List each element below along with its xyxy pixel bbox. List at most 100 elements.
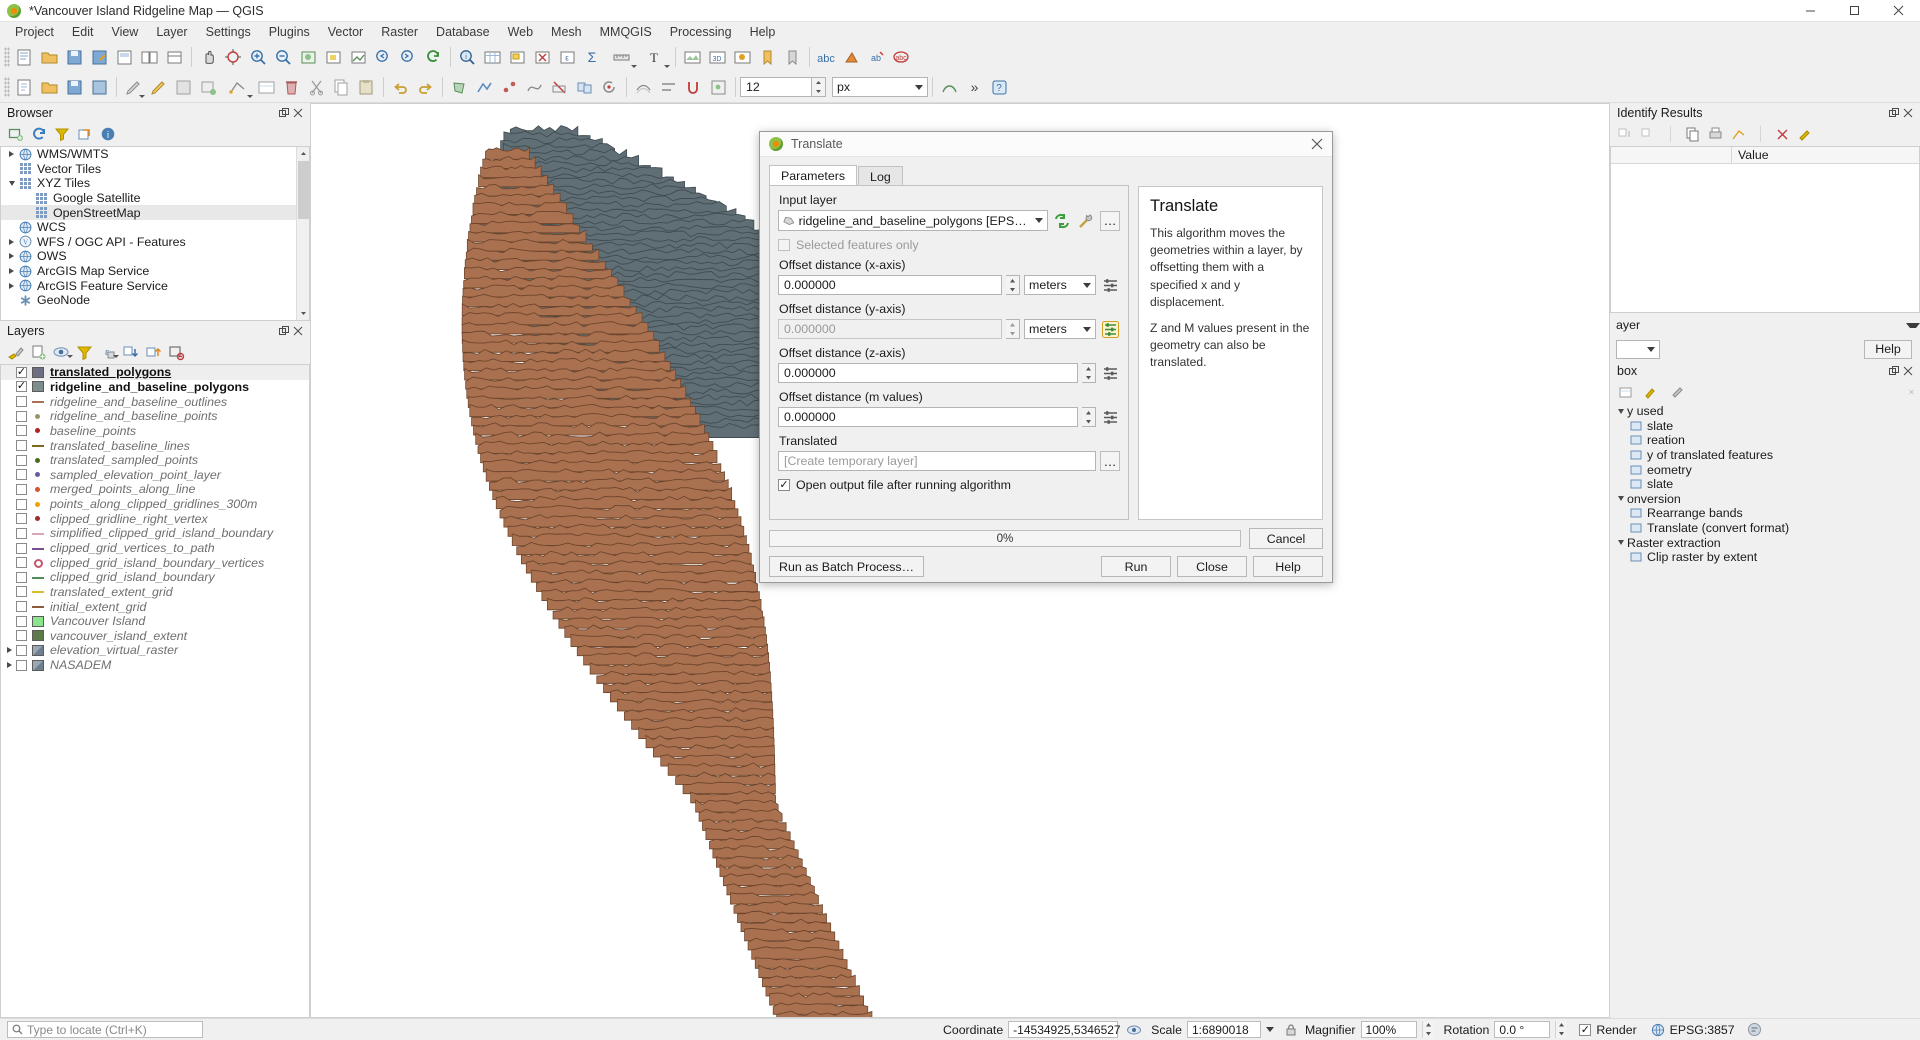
new-3d-map-view-icon[interactable]: 3D [705, 45, 730, 70]
close-button[interactable] [1876, 0, 1920, 21]
layer-item[interactable]: points_along_clipped_gridlines_300m [1, 497, 309, 512]
locator-input[interactable]: Type to locate (Ctrl+K) [7, 1021, 203, 1038]
deselect-features-icon[interactable] [530, 45, 555, 70]
advanced-options-button[interactable] [1076, 211, 1096, 231]
save-project-as-icon[interactable] [87, 45, 112, 70]
offset-z-input[interactable]: 0.000000 [778, 363, 1078, 383]
translated-output-input[interactable]: [Create temporary layer] [778, 451, 1096, 471]
offset-x-input[interactable]: 0.000000 [778, 275, 1002, 295]
offset-m-stepper[interactable] [1082, 407, 1096, 427]
layer-visibility-checkbox[interactable] [16, 411, 27, 422]
menu-view[interactable]: View [102, 24, 147, 40]
toolbox-item[interactable]: y of translated features [1610, 448, 1920, 463]
layer-visibility-checkbox[interactable] [16, 586, 27, 597]
pin-labels-icon[interactable]: abc [889, 45, 914, 70]
split-features-icon[interactable] [547, 75, 572, 100]
layer-item[interactable]: vancouver_island_extent [1, 629, 309, 644]
toolbox-item[interactable]: slate [1610, 419, 1920, 434]
dialog-close-button[interactable] [1302, 132, 1332, 156]
browser-item-arcgis-map-service[interactable]: ArcGIS Map Service [1, 264, 309, 279]
input-layer-browse-button[interactable]: … [1100, 211, 1120, 231]
new-project-icon[interactable] [12, 45, 37, 70]
layer-item[interactable]: ridgeline_and_baseline_polygons [1, 380, 309, 395]
expander-expand-icon[interactable] [5, 268, 18, 274]
layer-visibility-checkbox[interactable] [16, 425, 27, 436]
menu-mmqgis[interactable]: MMQGIS [591, 24, 661, 40]
menu-mesh[interactable]: Mesh [542, 24, 591, 40]
help-button[interactable]: Help [1253, 556, 1323, 577]
layer-visibility-checkbox[interactable] [16, 528, 27, 539]
refresh-icon[interactable] [29, 125, 48, 144]
layer-item[interactable]: clipped_gridline_right_vertex [1, 511, 309, 526]
toolbox-item[interactable]: Raster extraction [1610, 535, 1920, 550]
refresh-map-icon[interactable] [421, 45, 446, 70]
layer-item[interactable]: elevation_virtual_raster [1, 643, 309, 658]
enable-snapping-icon[interactable] [706, 75, 731, 100]
current-edits-icon[interactable] [121, 75, 146, 100]
layer-visibility-checkbox[interactable] [16, 396, 27, 407]
minimize-button[interactable] [1788, 0, 1832, 21]
scroll-down-icon[interactable] [297, 307, 310, 320]
layer-item[interactable]: translated_baseline_lines [1, 438, 309, 453]
save-edits-icon[interactable] [171, 75, 196, 100]
highlight-results-icon[interactable] [1729, 125, 1748, 144]
new-shapefile-layer-icon[interactable] [12, 75, 37, 100]
toolbar-grip-2[interactable] [4, 77, 10, 97]
expander-expand-icon[interactable] [3, 647, 16, 653]
filter-icon[interactable] [52, 125, 71, 144]
layer-item[interactable]: baseline_points [1, 424, 309, 439]
zoom-out-icon[interactable] [271, 45, 296, 70]
offset-y-unit-select[interactable]: meters [1024, 319, 1096, 339]
layer-visibility-checkbox[interactable] [16, 660, 27, 671]
add-layer-icon[interactable] [6, 125, 25, 144]
offset-m-data-defined-button[interactable] [1100, 407, 1120, 427]
layout-manager-icon[interactable] [137, 45, 162, 70]
tab-log[interactable]: Log [858, 166, 903, 186]
maximize-button[interactable] [1832, 0, 1876, 21]
render-toggle[interactable]: Render [1579, 1023, 1636, 1037]
merge-features-icon[interactable] [572, 75, 597, 100]
toggle-editing-icon[interactable] [146, 75, 171, 100]
selected-features-checkbox[interactable] [778, 239, 790, 251]
crs-display[interactable]: EPSG:3857 [1651, 1023, 1735, 1037]
layer-visibility-checkbox[interactable] [16, 543, 27, 554]
offset-y-input[interactable]: 0.000000 [778, 319, 1002, 339]
messages-log-icon[interactable] [1745, 1020, 1764, 1039]
print-results-icon[interactable] [1706, 125, 1725, 144]
browser-close-button[interactable] [292, 107, 303, 118]
layer-item[interactable]: translated_sampled_points [1, 453, 309, 468]
toolbox-list[interactable]: y usedslatereationy of translated featur… [1610, 404, 1920, 565]
scale-value[interactable]: 1:6890018 [1187, 1021, 1261, 1038]
coordinate-value[interactable]: -14534925,5346527 [1008, 1021, 1118, 1038]
menu-help[interactable]: Help [741, 24, 785, 40]
select-by-expression-icon[interactable]: ε [555, 45, 580, 70]
offset-x-data-defined-button[interactable] [1100, 275, 1120, 295]
browser-float-button[interactable] [278, 107, 289, 118]
toolbox-close-button[interactable] [1902, 365, 1913, 376]
select-features-icon[interactable] [505, 45, 530, 70]
expander-expand-icon[interactable] [5, 151, 18, 157]
snapping-options-icon[interactable] [681, 75, 706, 100]
font-unit-select[interactable]: px [832, 77, 928, 97]
browser-item-wfs-ogc-api-features[interactable]: VWFS / OGC API - Features [1, 235, 309, 250]
layer-visibility-checkbox[interactable] [16, 630, 27, 641]
layers-float-button[interactable] [278, 325, 289, 336]
layer-item[interactable]: translated_extent_grid [1, 585, 309, 600]
add-feature-icon[interactable] [196, 75, 221, 100]
toolbox-item[interactable]: eometry [1610, 462, 1920, 477]
layer-visibility-checkbox[interactable] [16, 499, 27, 510]
zoom-in-icon[interactable] [246, 45, 271, 70]
results-options-icon[interactable] [1796, 125, 1815, 144]
layer-visibility-checkbox[interactable] [16, 645, 27, 656]
toolbox-search-clear-icon[interactable] [1909, 387, 1920, 398]
browser-item-arcgis-feature-service[interactable]: ArcGIS Feature Service [1, 278, 309, 293]
mesh-tool-icon[interactable] [937, 75, 962, 100]
layer-visibility-checkbox[interactable] [16, 601, 27, 612]
layer-item[interactable]: translated_polygons [1, 365, 309, 380]
toolbox-item[interactable]: Translate (convert format) [1610, 521, 1920, 536]
chevron-down-icon[interactable] [1266, 1027, 1274, 1032]
new-map-view-icon[interactable] [680, 45, 705, 70]
offset-y-data-defined-button[interactable] [1100, 319, 1120, 339]
layer-visibility-checkbox[interactable] [16, 381, 27, 392]
layer-visibility-checkbox[interactable] [16, 616, 27, 627]
